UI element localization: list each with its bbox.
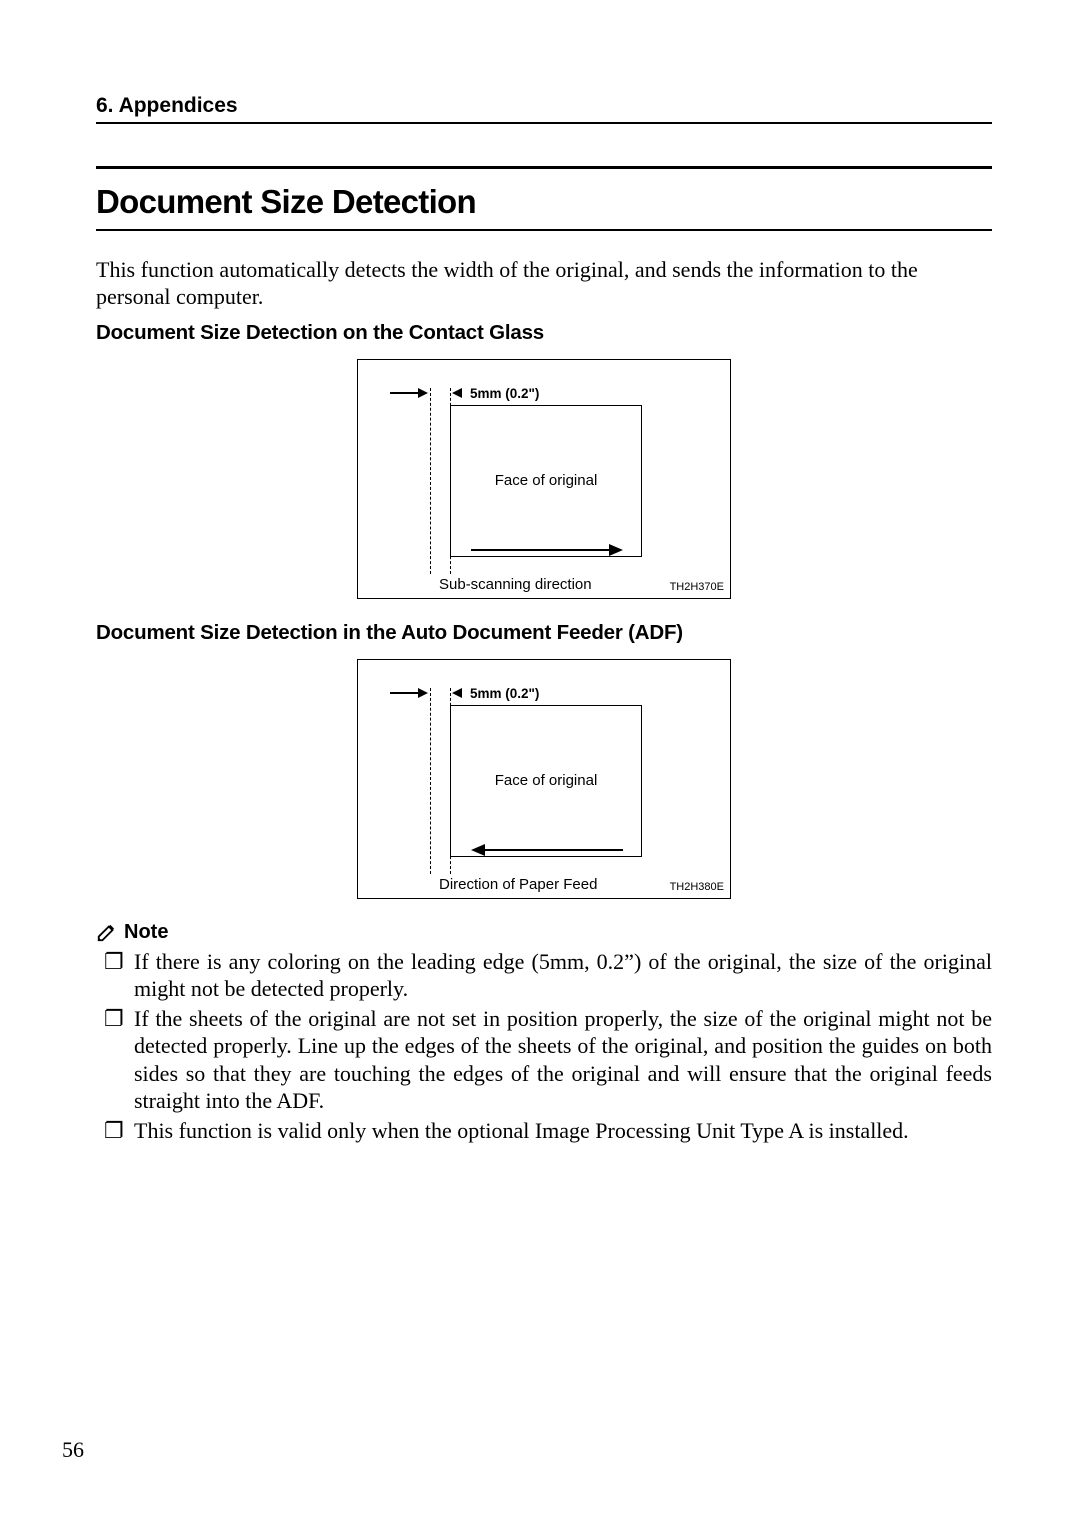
figure-reference-code: TH2H380E bbox=[670, 881, 724, 893]
note-text: This function is valid only when the opt… bbox=[134, 1117, 992, 1144]
arrow-shaft bbox=[390, 392, 418, 394]
document-page: 6. Appendices Document Size Detection Th… bbox=[0, 0, 1080, 1529]
note-heading: Note bbox=[96, 921, 992, 944]
reference-line bbox=[430, 388, 431, 574]
arrow-right-icon bbox=[609, 544, 623, 556]
note-text: If the sheets of the original are not se… bbox=[134, 1005, 992, 1114]
arrow-shaft bbox=[483, 849, 623, 851]
arrow-shaft bbox=[471, 549, 611, 551]
figure-2-wrapper: 5mm (0.2") Face of original Direction of… bbox=[96, 659, 992, 899]
page-number: 56 bbox=[62, 1437, 84, 1463]
direction-arrow-right bbox=[471, 544, 621, 556]
direction-arrow-left bbox=[471, 844, 621, 856]
arrow-right-icon bbox=[418, 388, 428, 398]
original-face-box: Face of original bbox=[450, 405, 642, 557]
arrow-shaft bbox=[390, 692, 418, 694]
figure-caption: Sub-scanning direction bbox=[439, 576, 592, 593]
dimension-arrows bbox=[390, 688, 460, 698]
running-head: 6. Appendices bbox=[96, 94, 992, 124]
box-bullet-icon: ❐ bbox=[104, 1117, 134, 1144]
figure-adf: 5mm (0.2") Face of original Direction of… bbox=[357, 659, 731, 899]
arrow-right-icon bbox=[418, 688, 428, 698]
face-label: Face of original bbox=[495, 472, 598, 489]
face-label: Face of original bbox=[495, 772, 598, 789]
figure-contact-glass: 5mm (0.2") Face of original Sub-scanning… bbox=[357, 359, 731, 599]
figure-caption: Direction of Paper Feed bbox=[439, 876, 597, 893]
intro-paragraph: This function automatically detects the … bbox=[96, 257, 992, 311]
figure-reference-code: TH2H370E bbox=[670, 581, 724, 593]
original-face-box: Face of original bbox=[450, 705, 642, 857]
dimension-label: 5mm (0.2") bbox=[470, 686, 539, 701]
section-title: Document Size Detection bbox=[96, 177, 992, 231]
title-rule bbox=[96, 166, 992, 169]
box-bullet-icon: ❐ bbox=[104, 948, 134, 975]
note-item: ❐ If there is any coloring on the leadin… bbox=[104, 948, 992, 1003]
pencil-icon bbox=[96, 921, 118, 943]
dimension-label: 5mm (0.2") bbox=[470, 386, 539, 401]
arrow-left-icon bbox=[452, 688, 462, 698]
subsection-heading-contact-glass: Document Size Detection on the Contact G… bbox=[96, 321, 992, 345]
note-label: Note bbox=[124, 921, 168, 944]
dimension-arrows bbox=[390, 388, 460, 398]
subsection-heading-adf: Document Size Detection in the Auto Docu… bbox=[96, 621, 992, 645]
reference-line bbox=[430, 688, 431, 874]
note-text: If there is any coloring on the leading … bbox=[134, 948, 992, 1003]
note-item: ❐ If the sheets of the original are not … bbox=[104, 1005, 992, 1114]
arrow-left-icon bbox=[452, 388, 462, 398]
box-bullet-icon: ❐ bbox=[104, 1005, 134, 1032]
figure-1-wrapper: 5mm (0.2") Face of original Sub-scanning… bbox=[96, 359, 992, 599]
note-item: ❐ This function is valid only when the o… bbox=[104, 1117, 992, 1144]
note-list: ❐ If there is any coloring on the leadin… bbox=[96, 948, 992, 1145]
